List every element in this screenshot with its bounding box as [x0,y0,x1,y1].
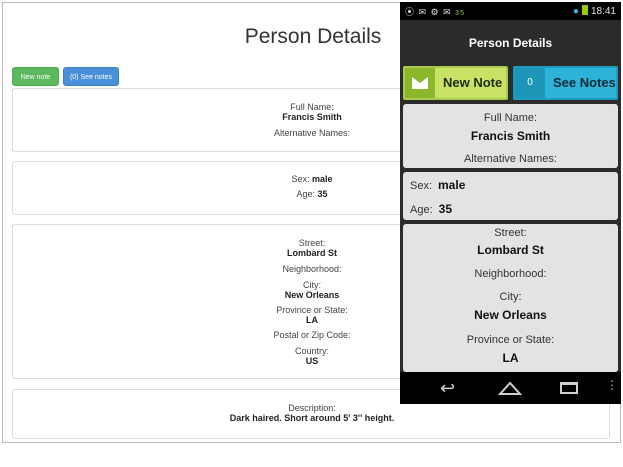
new-note-button[interactable]: New note [12,67,59,86]
see-notes-label: See notes [80,74,113,81]
phone-sex-row: Sex: male [410,178,465,192]
phone-demographics-card: Sex: male Age: 35 [403,172,618,220]
sex-label: Sex: [291,174,310,184]
description-text: Dark haired. Short around 5' 3'' height. [229,413,395,423]
phone-see-notes-label: See Notes [553,75,616,90]
phone-province-value: LA [502,351,519,365]
phone-city-value: New Orleans [474,308,547,322]
phone-full-name-value: Francis Smith [470,129,551,143]
wifi-icon: ● [572,6,579,17]
status-badge: 35 [455,10,465,17]
phone-alt-names-label: Alternative Names: [464,153,557,165]
phone-screen: ⦿ ✉ ⚙ ✉ 35 ● 18:41 Person Details New Not… [400,2,621,404]
phone-street-value: Lombard St [477,243,544,257]
phone-new-note-label: New Note [443,75,503,90]
status-bar: ⦿ ✉ ⚙ ✉ 35 ● 18:41 [400,2,621,20]
phone-age-value: 35 [438,202,452,216]
battery-icon [581,5,588,15]
recent-apps-icon[interactable] [560,382,578,394]
phone-street-label: Street: [494,227,527,239]
phone-title: Person Details [400,20,621,66]
age-value: 35 [317,189,328,199]
phone-notes-count: 0 [515,68,545,98]
sex-value: male [312,174,333,184]
menu-icon[interactable]: ⋮ [606,378,618,392]
phone-full-name-label: Full Name: [483,112,538,124]
phone-age-label: Age: [410,204,433,216]
phone-province-label: Province or State: [466,334,555,346]
age-label: Age: [296,189,315,199]
description-label: Description: [288,403,336,413]
home-icon[interactable] [498,381,522,395]
status-right: ● 18:41 [573,5,616,17]
envelope-icon [405,68,435,98]
screenshot-frame: Person Details New note (0) See notes Ful… [0,0,623,467]
android-nav-bar: ↩ ⋮ [400,372,621,404]
phone-neighborhood-label: Neighborhood: [474,268,547,280]
phone-see-notes-button[interactable]: 0 See Notes [513,66,618,100]
phone-sex-value: male [438,178,466,192]
phone-new-note-button[interactable]: New Note [403,66,508,100]
phone-city-label: City: [499,291,522,303]
phone-sex-label: Sex: [410,180,433,192]
see-notes-button[interactable]: (0) See notes [63,67,119,86]
notes-count: (0) [69,74,79,81]
phone-identity-card: Full Name: Francis Smith Alternative Nam… [403,104,618,168]
phone-age-row: Age: 35 [410,202,452,216]
notification-icons: ⦿ ✉ ⚙ ✉ 35 [405,7,465,17]
back-icon[interactable]: ↩ [440,378,455,399]
phone-address-card: Street: Lombard St Neighborhood: City: N… [403,224,618,372]
clock: 18:41 [590,6,616,17]
